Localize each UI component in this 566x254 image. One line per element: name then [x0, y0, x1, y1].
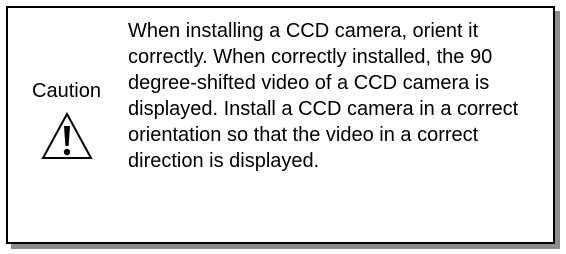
notice-box: Caution When installing a CCD camera, or…	[6, 6, 555, 244]
caution-notice: Caution When installing a CCD camera, or…	[6, 6, 560, 249]
caution-column: Caution	[8, 8, 120, 242]
warning-triangle-icon	[41, 112, 93, 159]
caution-message: When installing a CCD camera, orient it …	[128, 20, 519, 172]
caution-label: Caution	[32, 80, 101, 102]
